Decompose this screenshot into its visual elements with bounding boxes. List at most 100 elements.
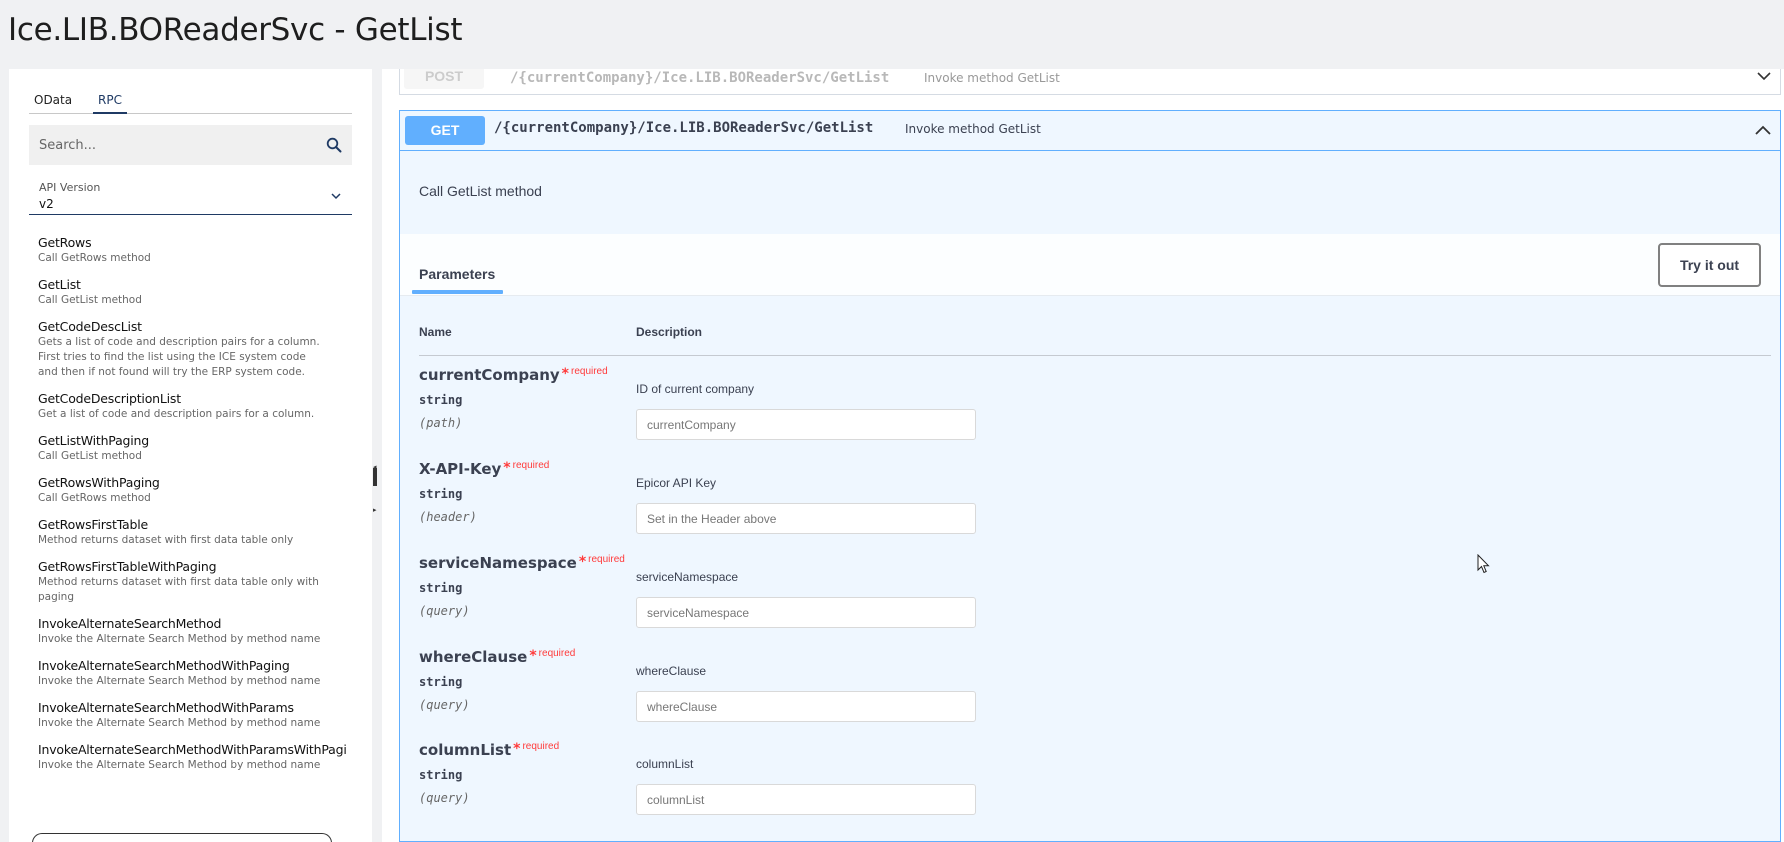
method-name: InvokeAlternateSearchMethod — [38, 616, 222, 631]
method-list: GetRows Call GetRows method GetList Call… — [38, 235, 348, 784]
required-star: * — [529, 648, 537, 664]
search-input[interactable] — [29, 125, 319, 165]
method-item-getrowsfirsttablewithpaging[interactable]: GetRowsFirstTableWithPaging Method retur… — [38, 559, 348, 605]
sidebar: OData RPC API Version v2 GetRows Call Ge… — [9, 69, 372, 842]
required-label: required — [522, 741, 560, 752]
method-name: GetRowsFirstTableWithPaging — [38, 559, 217, 574]
method-description: Call GetList method — [38, 450, 142, 462]
parameter-location: (query) — [419, 791, 470, 805]
method-item-invokealternatesearchmethodwithparams[interactable]: InvokeAlternateSearchMethodWithParams In… — [38, 700, 348, 731]
column-header-name: Name — [419, 325, 452, 339]
parameter-name: columnList — [419, 741, 512, 759]
method-name: GetCodeDescList — [38, 319, 142, 334]
method-description: Call GetRows method — [38, 492, 151, 504]
chevron-down-icon — [331, 193, 341, 200]
method-item-getrowswithpaging[interactable]: GetRowsWithPaging Call GetRows method — [38, 475, 348, 506]
current-company-input[interactable] — [636, 409, 976, 440]
where-clause-input[interactable] — [636, 691, 976, 722]
parameter-name-wrapper: columnList * required — [419, 741, 559, 759]
method-description: Invoke the Alternate Search Method by me… — [38, 675, 321, 687]
parameter-description: Epicor API Key — [636, 476, 717, 490]
operations-panel: POST /{currentCompany}/Ice.LIB.BOReaderS… — [382, 69, 1784, 842]
page-title: Ice.LIB.BOReaderSvc - GetList — [8, 12, 463, 48]
parameter-row-x-api-key: X-API-Key * required string (header) Epico… — [419, 460, 1771, 554]
post-operation-summary: Invoke method GetList — [924, 71, 1060, 85]
method-item-invokealternatesearchmethod[interactable]: InvokeAlternateSearchMethod Invoke the A… — [38, 616, 348, 647]
parameter-description: whereClause — [636, 664, 707, 678]
search-icon[interactable] — [326, 137, 342, 153]
chevron-up-icon[interactable] — [1754, 123, 1772, 137]
parameter-type: string — [419, 675, 463, 689]
get-operation-header[interactable]: GET /{currentCompany}/Ice.LIB.BOReaderSv… — [400, 111, 1780, 151]
method-description: Method returns dataset with first data t… — [38, 576, 319, 603]
method-description: Invoke the Alternate Search Method by me… — [38, 717, 321, 729]
sidebar-resize-handle[interactable] — [373, 468, 377, 486]
operation-description: Call GetList method — [419, 183, 542, 199]
api-key-input[interactable] — [636, 503, 976, 534]
parameter-type: string — [419, 487, 463, 501]
parameter-name: currentCompany — [419, 366, 560, 384]
parameter-name-wrapper: serviceNamespace * required — [419, 554, 625, 572]
parameter-description: serviceNamespace — [636, 570, 739, 584]
parameter-name-wrapper: currentCompany * required — [419, 366, 608, 384]
try-it-out-button[interactable]: Try it out — [1658, 243, 1761, 287]
method-item-getcodedesclist[interactable]: GetCodeDescList Gets a list of code and … — [38, 319, 348, 380]
method-name: GetRowsFirstTable — [38, 517, 149, 532]
service-namespace-input[interactable] — [636, 597, 976, 628]
method-name: InvokeAlternateSearchMethodWithParams — [38, 700, 294, 715]
parameter-location: (query) — [419, 604, 470, 618]
parameter-location: (path) — [419, 416, 463, 430]
parameter-row-servicenamespace: serviceNamespace * required string (query)… — [419, 554, 1771, 648]
method-name: GetCodeDescriptionList — [38, 391, 181, 406]
method-item-getrowsfirsttable[interactable]: GetRowsFirstTable Method returns dataset… — [38, 517, 348, 548]
required-star: * — [503, 460, 511, 476]
parameter-name-wrapper: whereClause * required — [419, 648, 575, 666]
method-item-invokealternatesearchmethodwithpaging[interactable]: InvokeAlternateSearchMethodWithPaging In… — [38, 658, 348, 689]
method-item-getlist[interactable]: GetList Call GetList method — [38, 277, 348, 308]
chevron-down-icon[interactable] — [1756, 69, 1772, 85]
post-operation-path: /{currentCompany}/Ice.LIB.BOReaderSvc/Ge… — [510, 70, 890, 86]
required-label: required — [588, 554, 625, 565]
method-item-getlistwithpaging[interactable]: GetListWithPaging Call GetList method — [38, 433, 348, 464]
tab-active-indicator — [412, 290, 503, 294]
get-method-badge: GET — [405, 116, 485, 145]
expand-right-icon[interactable]: ▸ — [373, 507, 377, 514]
api-version-label: API Version — [39, 181, 101, 194]
column-list-input[interactable] — [636, 784, 976, 815]
method-description: Get a list of code and description pairs… — [38, 408, 315, 420]
method-name: GetRows — [38, 235, 92, 250]
operation-post-getlist[interactable]: POST /{currentCompany}/Ice.LIB.BOReaderS… — [399, 69, 1781, 95]
parameters-table-header: Name Description — [419, 325, 1771, 356]
operation-get-getlist: GET /{currentCompany}/Ice.LIB.BOReaderSv… — [399, 110, 1781, 842]
method-name: InvokeAlternateSearchMethodWithPaging — [38, 658, 290, 673]
required-star: * — [578, 554, 587, 570]
method-description: Invoke the Alternate Search Method by me… — [38, 759, 321, 771]
mouse-pointer-icon — [1477, 554, 1490, 574]
method-item-invokealternatesearchmethodwithparamswithpaging[interactable]: InvokeAlternateSearchMethodWithParamsWit… — [38, 742, 348, 773]
get-operation-path: /{currentCompany}/Ice.LIB.BOReaderSvc/Ge… — [494, 120, 874, 136]
method-description: Invoke the Alternate Search Method by me… — [38, 633, 321, 645]
method-description: Call GetRows method — [38, 252, 151, 264]
parameter-row-currentcompany: currentCompany * required string (path) ID… — [419, 366, 1771, 460]
tab-parameters[interactable]: Parameters — [419, 266, 495, 282]
tab-rpc[interactable]: RPC — [93, 93, 127, 114]
parameter-name-wrapper: X-API-Key * required — [419, 460, 549, 478]
get-operation-summary: Invoke method GetList — [905, 122, 1041, 136]
api-version-select[interactable]: API Version v2 — [29, 177, 352, 215]
parameter-location: (query) — [419, 698, 470, 712]
parameter-name: serviceNamespace — [419, 554, 577, 572]
method-item-getrows[interactable]: GetRows Call GetRows method — [38, 235, 348, 266]
parameter-type: string — [419, 768, 463, 782]
parameter-type: string — [419, 581, 463, 595]
parameter-row-columnlist: columnList * required string (query) colum… — [419, 741, 1771, 835]
tab-odata[interactable]: OData — [29, 93, 77, 114]
method-name: GetListWithPaging — [38, 433, 150, 448]
method-name: InvokeAlternateSearchMethodWithParamsWit… — [38, 742, 347, 757]
required-star: * — [561, 366, 569, 382]
required-star: * — [513, 741, 521, 757]
method-name: GetRowsWithPaging — [38, 475, 160, 490]
parameter-name: whereClause — [419, 648, 528, 666]
required-label: required — [538, 648, 576, 659]
method-item-getcodedescriptionlist[interactable]: GetCodeDescriptionList Get a list of cod… — [38, 391, 348, 422]
search-box — [29, 125, 352, 165]
